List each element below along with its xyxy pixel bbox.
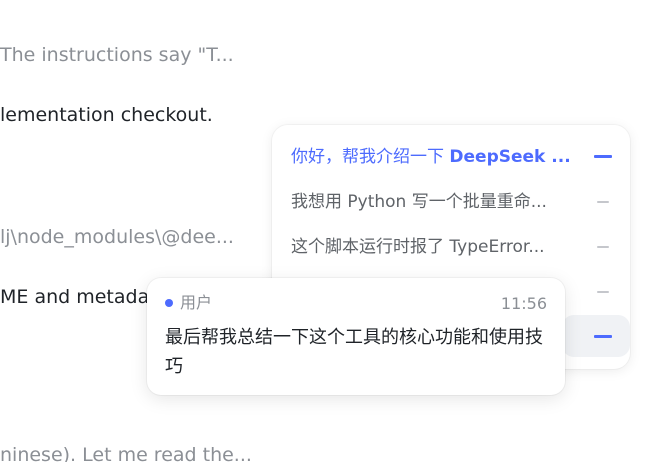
outline-item-label-emphasis: DeepSeek ... [449, 147, 571, 167]
outline-tick-marker [594, 155, 612, 158]
chat-text-line: lj\node_modules\@dee... [0, 226, 234, 248]
outline-item[interactable]: 你好，帮我介绍一下 DeepSeek ... [272, 140, 630, 174]
outline-item-label: 我想用 Python 写一个批量重命... [291, 192, 547, 212]
chat-text-line: ME and metadata [0, 286, 169, 308]
preview-role-label: 用户 [180, 293, 213, 312]
outline-tick-marker [597, 291, 609, 293]
outline-item[interactable]: 我想用 Python 写一个批量重命... [272, 185, 630, 219]
outline-tick-marker [597, 246, 609, 248]
role-dot-icon [165, 299, 173, 307]
message-preview-card[interactable]: 用户 11:56 最后帮我总结一下这个工具的核心功能和使用技巧 [147, 278, 565, 395]
chat-text-line: ninese). Let me read the... [0, 444, 252, 462]
outline-tick-marker-active [594, 335, 612, 338]
chat-text-line: lementation checkout. [0, 104, 213, 126]
outline-item-label: 你好，帮我介绍一下 DeepSeek ... [291, 145, 573, 169]
outline-item-label: 这个脚本运行时报了 TypeError... [291, 237, 545, 257]
preview-timestamp: 11:56 [500, 294, 547, 313]
outline-tick-marker [597, 201, 609, 203]
preview-message-text: 最后帮我总结一下这个工具的核心功能和使用技巧 [165, 327, 543, 377]
outline-item-label-prefix: 你好，帮我介绍一下 [291, 147, 450, 167]
outline-item[interactable]: 这个脚本运行时报了 TypeError... [272, 230, 630, 264]
chat-viewport: The instructions say "T... lementation c… [0, 0, 648, 462]
chat-text-line: The instructions say "T... [0, 44, 234, 66]
